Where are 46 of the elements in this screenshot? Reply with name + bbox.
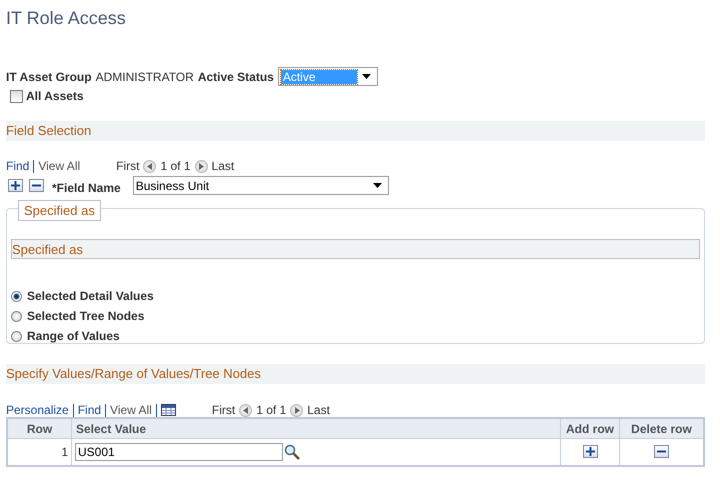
field-label: *Field Name	[52, 181, 121, 195]
field-value: ADMINISTRATOR	[96, 70, 194, 84]
section-header: Specify Values/Range of Values/Tree Nodes	[6, 364, 705, 384]
find-link[interactable]: Find	[6, 159, 30, 173]
radio-button[interactable]	[11, 290, 22, 302]
radio-label: Range of Values	[27, 329, 120, 343]
delete-row-icon[interactable]	[654, 445, 669, 458]
group-title: Specified as	[18, 200, 101, 221]
page-title: IT Role Access	[6, 7, 127, 30]
caret-icon	[362, 74, 371, 79]
column-header: Add row	[560, 418, 620, 438]
field-label: Active Status	[198, 70, 274, 84]
page-count: 1 of 1	[256, 403, 286, 417]
radio-label: Selected Detail Values	[27, 289, 154, 303]
search-icon[interactable]	[284, 444, 300, 460]
page-count: 1 of 1	[160, 159, 191, 173]
next-icon[interactable]	[290, 404, 304, 416]
section-header: Specified as	[11, 239, 700, 259]
column-header: Delete row	[620, 418, 704, 438]
remove-icon[interactable]	[29, 179, 44, 192]
view-all-link[interactable]: View All	[110, 403, 152, 417]
first-label: First	[116, 159, 140, 173]
radio-button[interactable]	[11, 330, 22, 342]
radio-button[interactable]	[11, 310, 22, 322]
next-icon[interactable]	[194, 160, 208, 172]
column-header: Row	[7, 418, 72, 438]
column-header: Select Value	[72, 418, 560, 438]
add-icon[interactable]	[8, 179, 23, 192]
radio-label: Selected Tree Nodes	[27, 309, 144, 323]
field-label: IT Asset Group	[6, 70, 92, 84]
previous-icon[interactable]	[239, 404, 252, 416]
section-header: Field Selection	[6, 121, 705, 141]
field-name-dropdown[interactable]: Business Unit	[132, 176, 389, 195]
previous-icon[interactable]	[143, 160, 156, 172]
grid-icon[interactable]	[160, 404, 176, 416]
add-row-icon[interactable]	[582, 445, 598, 458]
personalize-link[interactable]: Personalize	[6, 403, 69, 417]
last-label: Last	[212, 159, 234, 173]
checkbox[interactable]	[10, 90, 23, 102]
value-input[interactable]: US001	[75, 443, 283, 461]
view-all-link[interactable]: View All	[38, 159, 80, 173]
last-label: Last	[307, 403, 330, 417]
first-label: First	[212, 403, 236, 417]
find-link[interactable]: Find	[78, 403, 102, 417]
caret-icon	[372, 183, 382, 188]
checkbox-label: All Assets	[26, 89, 84, 103]
